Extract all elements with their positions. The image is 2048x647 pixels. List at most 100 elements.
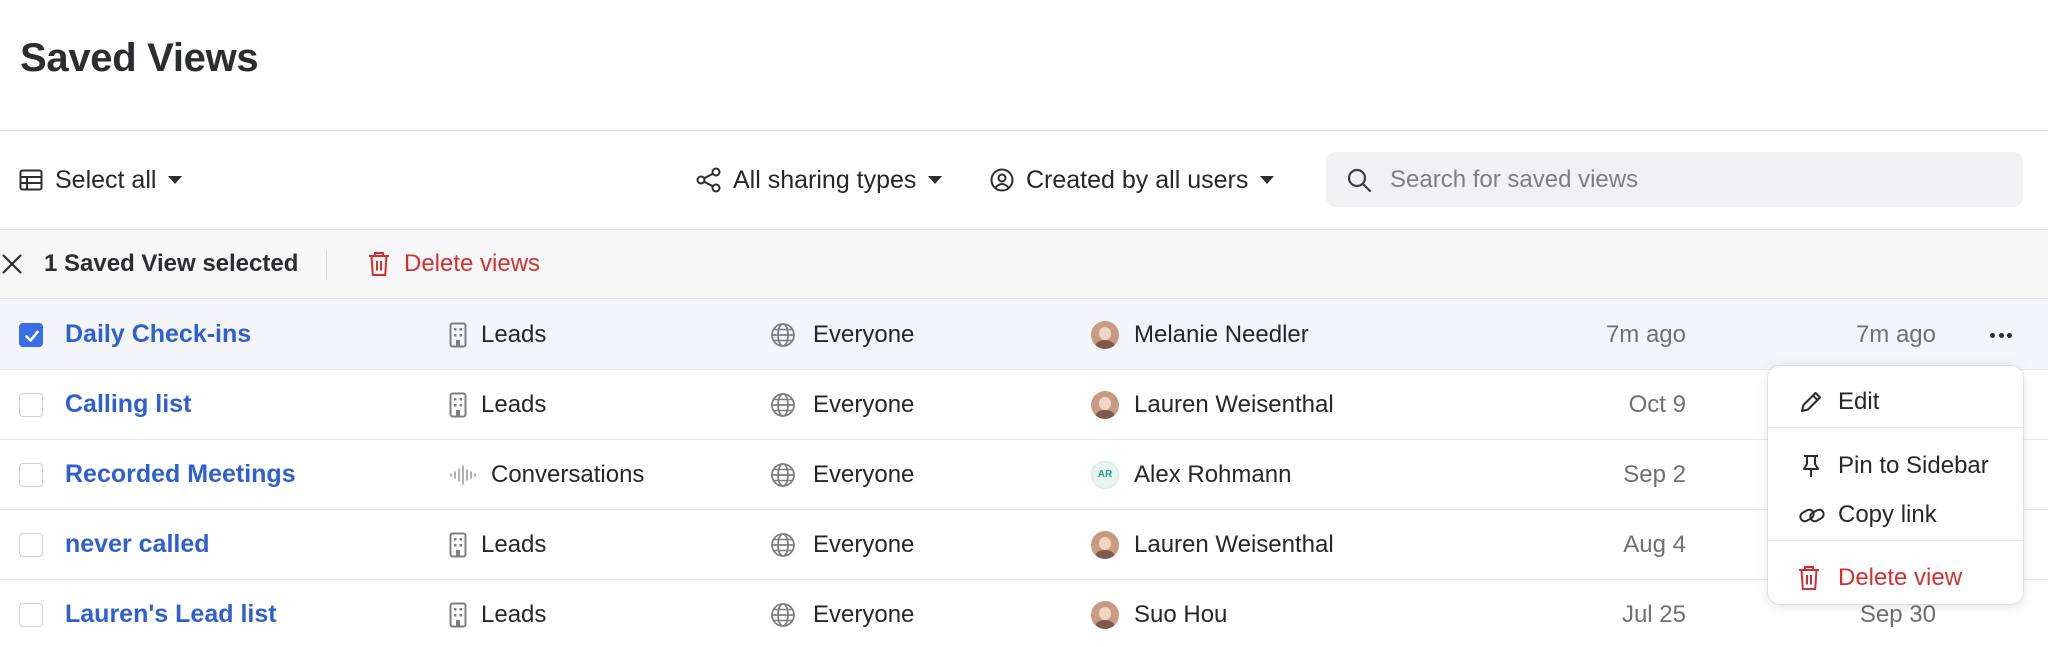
- globe-icon: [770, 392, 813, 418]
- chevron-down-icon: [928, 176, 943, 184]
- globe-icon: [770, 462, 813, 488]
- selection-count: 1 Saved View selected: [44, 250, 299, 277]
- table-row[interactable]: Recorded Meetings Conversations Everyone AR…: [0, 440, 2048, 510]
- menu-separator: [1768, 427, 2023, 428]
- globe-icon: [770, 322, 813, 348]
- row-checkbox[interactable]: [19, 463, 43, 487]
- sharing-label: Everyone: [813, 320, 915, 348]
- last-modified: Oct 9: [1628, 390, 1686, 418]
- table-row[interactable]: never called Leads Everyone Lauren Weisenth…: [0, 510, 2048, 580]
- owner-name: Lauren Weisenthal: [1134, 390, 1334, 418]
- waveform-icon: [449, 464, 491, 485]
- row-checkbox[interactable]: [19, 533, 43, 557]
- owner-name: Melanie Needler: [1134, 320, 1309, 348]
- owner: Lauren Weisenthal: [1091, 510, 1334, 579]
- select-all-dropdown[interactable]: Select all: [19, 131, 183, 229]
- table-row[interactable]: Calling list Leads Everyone Lauren Weisenth…: [0, 370, 2048, 440]
- divider: [326, 250, 327, 280]
- building-icon: [449, 322, 481, 348]
- owner-name: Alex Rohmann: [1134, 460, 1292, 488]
- owner: AR Alex Rohmann: [1091, 440, 1291, 509]
- trash-icon: [369, 252, 389, 276]
- sharing-type: Everyone: [770, 300, 914, 369]
- row-checkbox[interactable]: [19, 603, 43, 627]
- selection-bar: 1 Saved View selected Delete views: [0, 229, 2048, 299]
- menu-separator: [1768, 540, 2023, 541]
- view-type: Conversations: [449, 440, 644, 509]
- owner-name: Lauren Weisenthal: [1134, 530, 1334, 558]
- last-modified: Sep 2: [1623, 460, 1686, 488]
- sharing-type: Everyone: [770, 440, 914, 509]
- menu-item-edit[interactable]: Edit: [1768, 379, 2023, 425]
- pencil-icon: [1801, 392, 1821, 412]
- view-name-link[interactable]: Recorded Meetings: [65, 440, 296, 509]
- sharing-label: Everyone: [813, 530, 915, 558]
- sharing-type: Everyone: [770, 510, 914, 579]
- sharing-label: Everyone: [813, 600, 915, 628]
- view-name-link[interactable]: Daily Check-ins: [65, 300, 251, 369]
- context-menu: Edit Pin to Sidebar Copy link Delete vie…: [1768, 366, 2023, 604]
- menu-item-edit-label: Edit: [1838, 388, 1880, 415]
- view-name-link[interactable]: never called: [65, 510, 210, 579]
- owner-name: Suo Hou: [1134, 600, 1228, 628]
- menu-item-delete-label: Delete view: [1838, 564, 1963, 591]
- delete-views-label: Delete views: [404, 250, 541, 277]
- more-options-icon[interactable]: [1986, 322, 2016, 348]
- row-checkbox[interactable]: [19, 393, 43, 417]
- search-box: [1326, 152, 2023, 207]
- last-modified: 7m ago: [1605, 320, 1686, 348]
- avatar: [1091, 530, 1119, 559]
- user-circle-icon: [990, 168, 1014, 192]
- globe-icon: [770, 532, 813, 558]
- table-icon: [19, 169, 43, 191]
- menu-item-pin[interactable]: Pin to Sidebar: [1768, 443, 2023, 489]
- share-icon: [696, 167, 721, 193]
- view-name-link[interactable]: Calling list: [65, 370, 191, 439]
- menu-item-delete[interactable]: Delete view: [1768, 555, 2023, 601]
- table-row[interactable]: Daily Check-ins Leads Everyone Melanie Need…: [0, 300, 2048, 370]
- view-type: Leads: [449, 580, 546, 647]
- view-type-label: Conversations: [491, 460, 645, 488]
- globe-icon: [770, 602, 813, 628]
- select-all-label: Select all: [55, 165, 157, 194]
- creator-filter-label: Created by all users: [1026, 165, 1249, 194]
- last-viewed: 7m ago: [1855, 320, 1936, 348]
- building-icon: [449, 392, 481, 418]
- close-icon[interactable]: [0, 252, 24, 276]
- building-icon: [449, 532, 481, 558]
- trash-icon: [1799, 566, 1819, 590]
- menu-item-copy-link[interactable]: Copy link: [1768, 492, 2023, 538]
- pin-icon: [1803, 455, 1819, 477]
- owner: Suo Hou: [1091, 580, 1227, 647]
- chevron-down-icon: [1260, 176, 1275, 184]
- view-type-label: Leads: [481, 530, 547, 558]
- chevron-down-icon: [168, 176, 183, 184]
- creator-filter[interactable]: Created by all users: [990, 131, 1275, 229]
- avatar: [1091, 320, 1119, 349]
- menu-item-pin-label: Pin to Sidebar: [1838, 452, 1989, 479]
- view-type: Leads: [449, 300, 546, 369]
- search-icon: [1347, 168, 1372, 192]
- view-name-link[interactable]: Lauren's Lead list: [65, 580, 277, 647]
- row-checkbox[interactable]: [19, 323, 43, 347]
- last-modified: Aug 4: [1623, 530, 1686, 558]
- owner: Melanie Needler: [1091, 300, 1309, 369]
- delete-views-button[interactable]: Delete views: [368, 230, 540, 298]
- avatar: [1091, 390, 1119, 419]
- sharing-label: Everyone: [813, 390, 915, 418]
- view-type-label: Leads: [481, 390, 547, 418]
- view-type-label: Leads: [481, 320, 547, 348]
- link-icon: [1799, 508, 1825, 523]
- building-icon: [449, 602, 481, 628]
- sharing-type-filter[interactable]: All sharing types: [696, 131, 943, 229]
- owner: Lauren Weisenthal: [1091, 370, 1334, 439]
- sharing-type: Everyone: [770, 370, 914, 439]
- avatar: AR: [1091, 460, 1119, 489]
- last-modified: Jul 25: [1621, 600, 1686, 628]
- table-row[interactable]: Lauren's Lead list Leads Everyone Suo Hou Ju…: [0, 580, 2048, 647]
- sharing-type: Everyone: [770, 580, 914, 647]
- sharing-label: Everyone: [813, 460, 915, 488]
- search-input[interactable]: [1390, 165, 1990, 194]
- sharing-type-label: All sharing types: [733, 165, 917, 194]
- view-type: Leads: [449, 370, 546, 439]
